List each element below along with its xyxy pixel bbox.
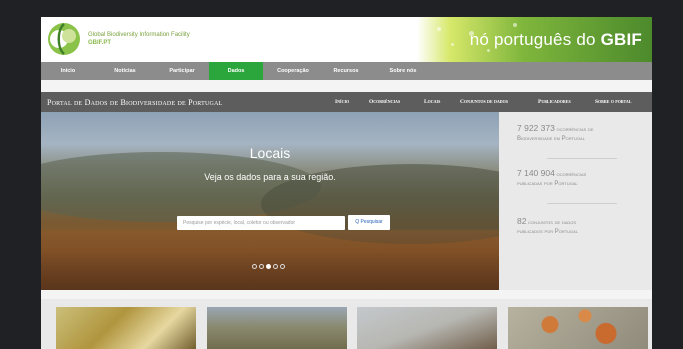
nav-item-cooperacao[interactable]: Cooperação — [269, 62, 317, 80]
carousel-dots — [252, 264, 285, 270]
lichen-photo-card[interactable] — [508, 307, 648, 349]
org-short-name: GBIF.PT — [88, 40, 112, 46]
portal-nav-ocorrencias[interactable]: Ocorrências — [369, 99, 400, 105]
page: Global Biodiversity Information Facility… — [41, 17, 652, 349]
stat-number: 7 140 904 — [517, 168, 555, 178]
divider — [547, 203, 617, 204]
divider — [547, 158, 617, 159]
header-banner: nó português do GBIF — [417, 17, 652, 62]
carousel-dot[interactable] — [252, 264, 257, 269]
portal-nav-sobre-o-portal[interactable]: Sobre o portal — [595, 99, 632, 105]
stat-published-occurrences[interactable]: 7 140 904 ocorrências publicadas por Por… — [517, 169, 642, 189]
banner-text: nó português do — [469, 30, 596, 49]
portal-nav-publicadores[interactable]: Publicadores — [538, 99, 571, 105]
banner-brand: GBIF — [600, 30, 642, 49]
portal-title: Portal de Dados de Biodiversidade de Por… — [47, 98, 223, 107]
nav-item-recursos[interactable]: Recursos — [325, 62, 367, 80]
carousel-dot[interactable] — [280, 264, 285, 269]
nav-item-sobre-nos[interactable]: Sobre nós — [381, 62, 425, 80]
stat-occurrences[interactable]: 7 922 373 ocorrências de Biodiversidade … — [517, 124, 642, 144]
bird-photo-card[interactable] — [357, 307, 497, 349]
banner-title: nó português do GBIF — [470, 30, 642, 50]
org-identity: Global Biodiversity Information Facility… — [88, 31, 190, 47]
stat-datasets[interactable]: 82 conjuntos de dados publicados por Por… — [517, 217, 642, 237]
portal-nav-conjuntos-de-dados[interactable]: Conjuntos de dados — [460, 99, 508, 105]
org-name: Global Biodiversity Information Facility — [88, 32, 190, 38]
stats-panel: 7 922 373 ocorrências de Biodiversidade … — [499, 112, 652, 290]
nav-item-dados[interactable]: Dados — [209, 62, 263, 80]
site-header: Global Biodiversity Information Facility… — [41, 17, 652, 62]
stat-number: 7 922 373 — [517, 123, 555, 133]
stat-number: 82 — [517, 216, 527, 226]
search-input[interactable]: Pesquise por espécie, local, coletor ou … — [177, 216, 345, 230]
hero-title: Locais — [249, 145, 291, 161]
portal-nav-inicio[interactable]: Início — [335, 99, 349, 105]
portal-bar: Portal de Dados de Biodiversidade de Por… — [41, 92, 652, 112]
gbif-logo[interactable] — [47, 20, 81, 58]
landscape-photo-card[interactable] — [207, 307, 347, 349]
data-portal: Portal de Dados de Biodiversidade de Por… — [41, 92, 652, 290]
carousel-dot[interactable] — [259, 264, 264, 269]
feature-cards — [41, 299, 652, 349]
butterfly-photo-card[interactable] — [56, 307, 196, 349]
hero-subtitle: Veja os dados para a sua região. — [204, 172, 336, 182]
nav-item-participar[interactable]: Participar — [159, 62, 205, 80]
search-button[interactable]: Q Pesquisar — [348, 215, 390, 230]
portal-nav-locais[interactable]: Locais — [424, 99, 440, 105]
nav-item-noticias[interactable]: Notícias — [103, 62, 147, 80]
nav-item-inicio[interactable]: Início — [49, 62, 87, 80]
main-nav: Início Notícias Participar Dados Coopera… — [41, 62, 652, 80]
hero-slide: Locais Veja os dados para a sua região. … — [41, 112, 499, 290]
carousel-dot[interactable] — [273, 264, 278, 269]
carousel-dot-active[interactable] — [266, 264, 271, 269]
